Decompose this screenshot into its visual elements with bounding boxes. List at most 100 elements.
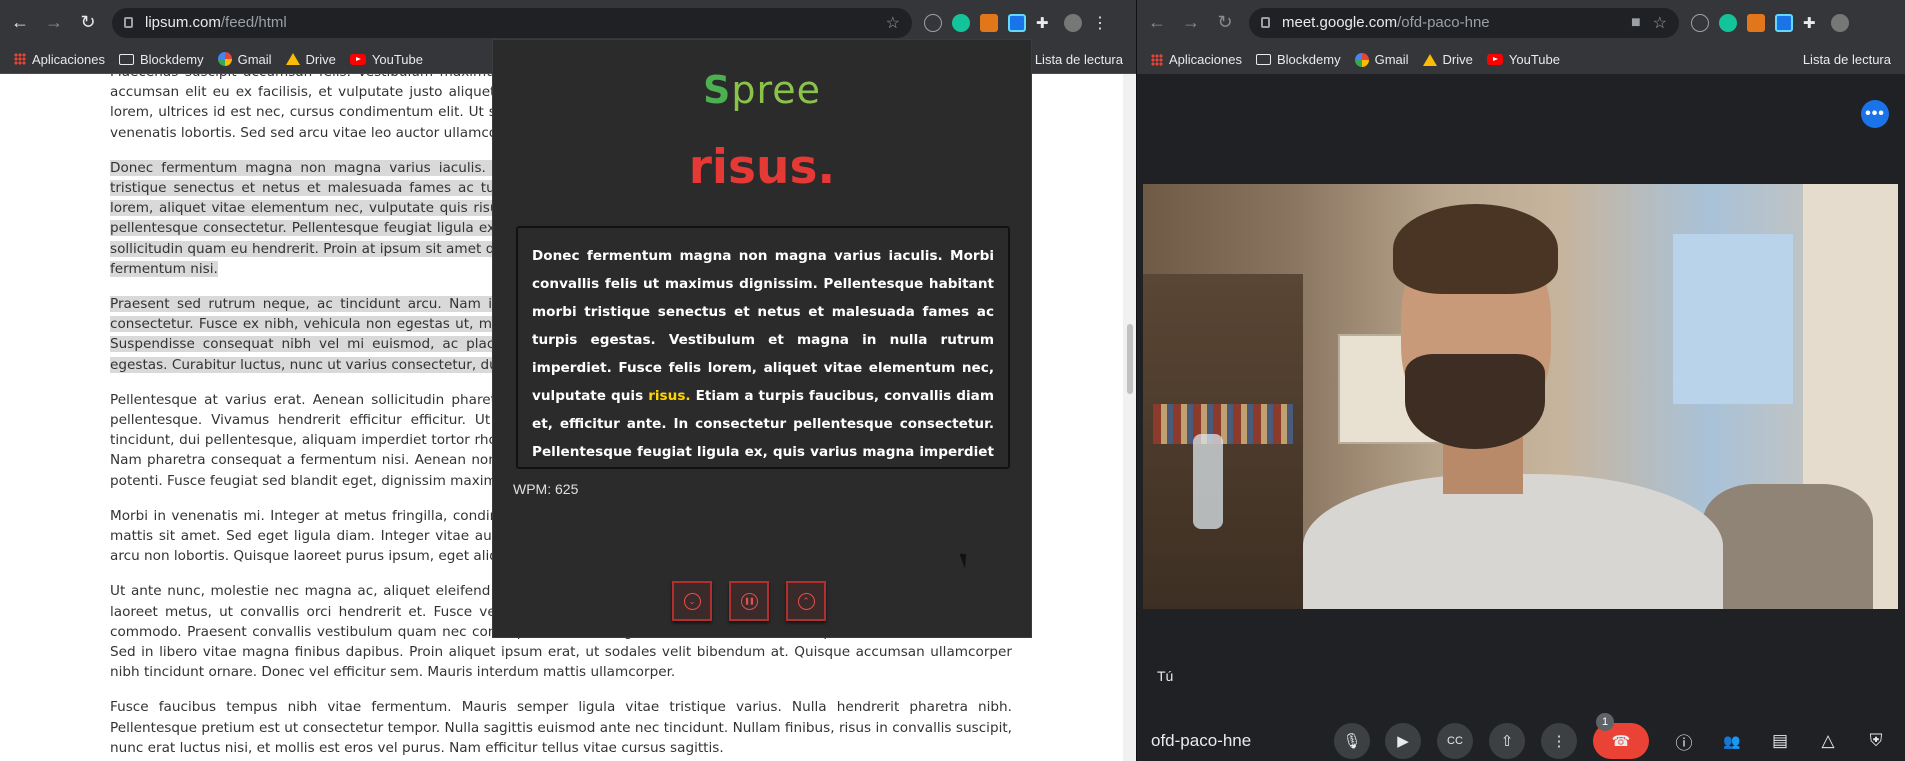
drive-icon (1422, 53, 1437, 66)
info-extension-icon[interactable] (924, 13, 942, 32)
menu-kebab-icon[interactable]: ⋮ (1092, 13, 1108, 33)
puzzle-extensions-icon[interactable]: ✚ (1036, 14, 1054, 32)
address-bar[interactable]: lipsum.com /feed/html ☆ (112, 7, 912, 38)
lock-icon (1261, 17, 1270, 28)
bookmark-gmail[interactable]: Gmail (1354, 52, 1409, 67)
lock-icon (124, 17, 133, 28)
apps-grid-icon (1151, 53, 1163, 66)
reader-text-before: Donec fermentum magna non magna varius i… (532, 248, 994, 404)
activities-button[interactable]: △ (1814, 727, 1842, 755)
meeting-code: ofd-paco-hne (1151, 731, 1252, 750)
more-options-button[interactable]: ⋮ (1541, 723, 1577, 759)
profile-avatar[interactable] (1831, 13, 1849, 32)
self-name-label: Tú (1157, 668, 1174, 684)
puzzle-extensions-icon[interactable]: ✚ (1803, 14, 1821, 32)
speed-up-button[interactable]: ⌃ (786, 581, 826, 621)
person-beard-shape (1405, 354, 1545, 449)
bookmark-drive[interactable]: Drive (285, 52, 336, 67)
bookmark-apps[interactable]: Aplicaciones (14, 52, 105, 67)
reading-list-button[interactable]: Lista de lectura (1035, 52, 1123, 67)
grammarly-extension-icon[interactable] (1719, 13, 1737, 32)
folder-icon (119, 53, 134, 65)
react-extension-icon[interactable] (1775, 13, 1793, 32)
bookmark-apps[interactable]: Aplicaciones (1151, 52, 1242, 67)
folder-icon (1256, 54, 1271, 65)
chat-icon: ▤ (1771, 731, 1789, 750)
wpm-readout: WPM: 625 (513, 481, 579, 497)
bookmark-star-icon[interactable]: ☆ (1653, 13, 1667, 33)
present-button[interactable]: ⇧ (1489, 723, 1525, 759)
meeting-details-button[interactable]: ⓘ (1670, 727, 1698, 755)
mic-button[interactable]: 🎙 (1334, 723, 1370, 759)
chat-button[interactable]: ▤ (1766, 727, 1794, 755)
google-icon (217, 52, 232, 66)
meet-address-bar[interactable]: meet.google.com /ofd-paco-hne ■ ☆ (1249, 7, 1679, 38)
meet-extensions-bar: ✚ (1691, 13, 1849, 32)
forward-arrow-icon[interactable]: → (1177, 9, 1205, 37)
bookmark-drive[interactable]: Drive (1422, 52, 1473, 67)
left-browser-window: ← → ↻ lipsum.com /feed/html ☆ ✚ ⋮ Aplica… (0, 0, 1137, 761)
people-icon: 👥 (1723, 732, 1741, 749)
person-shirt-shape (1303, 474, 1723, 609)
meet-bookmarks-bar: Aplicaciones Blockdemy Gmail Drive YouTu… (1137, 45, 1905, 74)
youtube-icon (1486, 54, 1503, 65)
spree-reader-panel: Spree risus. Donec fermentum magna non m… (492, 39, 1032, 638)
url-host: meet.google.com (1282, 14, 1398, 31)
bookmark-youtube[interactable]: YouTube (349, 52, 423, 67)
grammarly-extension-icon[interactable] (952, 13, 970, 32)
youtube-icon (349, 53, 366, 65)
scrollbar-thumb[interactable] (1127, 324, 1133, 394)
bookmark-blockdemy[interactable]: Blockdemy (119, 52, 204, 67)
drive-icon (285, 53, 300, 65)
forward-arrow-icon[interactable]: → (40, 9, 68, 37)
participant-video (1143, 184, 1898, 609)
host-controls-button[interactable]: ⛨ (1862, 727, 1890, 755)
meet-stage: ••• Tú (1137, 74, 1905, 761)
pause-icon: ❚❚ (740, 592, 758, 610)
chair-shape (1703, 484, 1873, 609)
info-extension-icon[interactable] (1691, 13, 1709, 32)
bookmark-star-icon[interactable]: ☆ (886, 13, 900, 33)
bookmark-blockdemy[interactable]: Blockdemy (1256, 52, 1341, 67)
spree-logo-text: pree (731, 68, 822, 112)
reload-icon[interactable]: ↻ (1211, 9, 1239, 37)
paragraph-text: Fusce faucibus tempus nibh vitae ferment… (110, 699, 1012, 756)
captions-icon: CC (1447, 735, 1463, 747)
participants-count-badge: 1 (1596, 713, 1614, 731)
apps-grid-icon (14, 53, 26, 65)
metamask-extension-icon[interactable] (1747, 13, 1765, 32)
speed-down-button[interactable]: ⌄ (672, 581, 712, 621)
camera-in-use-icon[interactable]: ■ (1631, 14, 1641, 32)
meet-control-bar: ofd-paco-hne 🎙 ▶ CC ⇧ ⋮ ☎ ⓘ 👥 ▤ △ ⛨ (1137, 723, 1905, 761)
url-path: /feed/html (220, 14, 287, 31)
reading-list-button[interactable]: Lista de lectura (1803, 52, 1891, 67)
bottle-shape (1193, 434, 1223, 529)
captions-button[interactable]: CC (1437, 723, 1473, 759)
url-host: lipsum.com (145, 14, 221, 31)
bookmark-gmail[interactable]: Gmail (217, 52, 272, 67)
pause-button[interactable]: ❚❚ (729, 581, 769, 621)
shield-icon: ⛨ (1869, 731, 1883, 750)
people-button[interactable]: 👥 (1718, 727, 1746, 755)
back-arrow-icon[interactable]: ← (1143, 9, 1171, 37)
reload-icon[interactable]: ↻ (74, 9, 102, 37)
bookshelf-shape (1143, 274, 1303, 609)
google-icon (1354, 52, 1369, 67)
page-scrollbar[interactable] (1123, 74, 1137, 761)
current-word: risus. (688, 140, 836, 195)
end-call-icon: ☎ (1611, 733, 1631, 750)
extensions-bar: ✚ ⋮ (924, 13, 1108, 33)
microphone-icon: 🎙 (1342, 733, 1362, 750)
more-options-fab[interactable]: ••• (1861, 100, 1889, 128)
metamask-extension-icon[interactable] (980, 13, 998, 32)
profile-avatar[interactable] (1064, 13, 1082, 32)
camera-icon: ▶ (1397, 733, 1409, 750)
camera-button[interactable]: ▶ (1385, 723, 1421, 759)
reader-text-box: Donec fermentum magna non magna varius i… (516, 226, 1010, 469)
back-arrow-icon[interactable]: ← (6, 9, 34, 37)
bookmark-youtube[interactable]: YouTube (1486, 52, 1560, 67)
react-extension-icon[interactable] (1008, 13, 1026, 32)
activities-icon: △ (1821, 731, 1835, 750)
spree-logo: Spree (702, 68, 822, 112)
person-hair-shape (1393, 204, 1558, 294)
